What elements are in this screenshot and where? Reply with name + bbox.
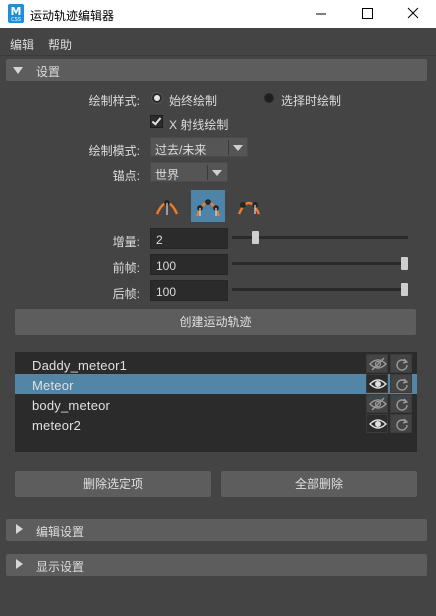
xray-label: X 射线绘制 (169, 118, 229, 132)
section-settings-header[interactable]: 设置 (6, 59, 427, 81)
visibility-toggle-button[interactable] (366, 354, 388, 373)
delete-selected-button[interactable]: 删除选定项 (15, 471, 211, 497)
expand-arrow-icon (16, 559, 23, 569)
frames-before-slider-handle[interactable] (401, 257, 408, 270)
refresh-icon (396, 418, 409, 431)
window-title: 运动轨迹编辑器 (30, 9, 115, 23)
app-icon: M CSS (8, 4, 24, 23)
tangent-auto-icon (155, 200, 179, 215)
refresh-button[interactable] (390, 414, 412, 433)
draw-mode-dropdown[interactable]: 过去/未来 (150, 137, 248, 157)
visibility-toggle-button[interactable] (366, 414, 388, 433)
eye-icon (369, 419, 387, 429)
list-item[interactable]: meteor2 (15, 414, 417, 434)
tangent-spline-icon (237, 201, 261, 215)
refresh-icon (396, 378, 409, 391)
refresh-button[interactable] (390, 354, 412, 373)
eye-hidden-icon (369, 397, 387, 411)
frames-after-slider-track[interactable] (232, 288, 408, 291)
radio-draw-on-select[interactable] (264, 93, 274, 103)
radio-always-draw-label: 始终绘制 (169, 94, 218, 108)
create-motion-trail-button[interactable]: 创建运动轨迹 (15, 309, 416, 335)
motion-trail-list[interactable]: Daddy_meteor1 Meteor body_meteor meteor2 (15, 352, 417, 452)
tangent-spline-button[interactable] (232, 190, 266, 222)
increment-field[interactable]: 2 (150, 228, 228, 249)
collapse-arrow-icon (13, 67, 23, 74)
menu-edit[interactable]: 编辑 (10, 36, 34, 53)
refresh-button[interactable] (390, 394, 412, 413)
increment-slider-handle[interactable] (252, 231, 260, 244)
minimize-button[interactable] (298, 0, 344, 28)
section-display-settings-header[interactable]: 显示设置 (6, 554, 427, 576)
refresh-icon (396, 358, 409, 371)
close-icon (407, 7, 419, 19)
title-bar: M CSS 运动轨迹编辑器 (0, 0, 436, 28)
xray-checkbox[interactable] (150, 115, 163, 128)
chevron-down-icon (233, 145, 243, 151)
frames-before-field[interactable]: 100 (150, 254, 228, 275)
frames-before-label: 前帧: (112, 261, 140, 275)
tangent-auto-button[interactable] (150, 190, 184, 222)
draw-style-label: 绘制样式: (88, 94, 140, 108)
tangent-smooth-icon (195, 199, 221, 217)
increment-label: 增量: (112, 235, 140, 249)
section-edit-settings-header[interactable]: 编辑设置 (6, 519, 427, 541)
chevron-down-icon (212, 170, 222, 176)
minimize-icon (316, 13, 326, 15)
tangent-smooth-button[interactable] (191, 190, 225, 222)
check-icon (151, 115, 162, 126)
draw-mode-label: 绘制模式: (88, 144, 140, 158)
list-item-selected[interactable]: Meteor (15, 374, 417, 394)
visibility-toggle-button[interactable] (366, 374, 388, 393)
frames-after-slider-handle[interactable] (401, 283, 408, 296)
pivot-label: 锚点: (112, 169, 140, 183)
maximize-button[interactable] (344, 0, 390, 28)
frames-before-slider-track[interactable] (232, 262, 408, 265)
maximize-icon (362, 8, 373, 19)
close-button[interactable] (390, 0, 436, 28)
pivot-dropdown[interactable]: 世界 (150, 162, 228, 182)
expand-arrow-icon (16, 524, 23, 534)
list-item[interactable]: body_meteor (15, 394, 417, 414)
menu-bar: 编辑 帮助 (0, 28, 436, 56)
refresh-button[interactable] (390, 374, 412, 393)
list-item[interactable]: Daddy_meteor1 (15, 354, 417, 374)
eye-icon (369, 379, 387, 389)
menu-help[interactable]: 帮助 (48, 36, 72, 53)
section-settings-title: 设置 (36, 65, 61, 79)
refresh-icon (396, 398, 409, 411)
delete-all-button[interactable]: 全部删除 (221, 471, 417, 497)
frames-after-field[interactable]: 100 (150, 280, 228, 301)
eye-hidden-icon (369, 357, 387, 371)
radio-always-draw[interactable] (152, 93, 162, 103)
frames-after-label: 后帧: (112, 287, 140, 301)
visibility-toggle-button[interactable] (366, 394, 388, 413)
radio-draw-on-select-label: 选择时绘制 (281, 94, 342, 108)
